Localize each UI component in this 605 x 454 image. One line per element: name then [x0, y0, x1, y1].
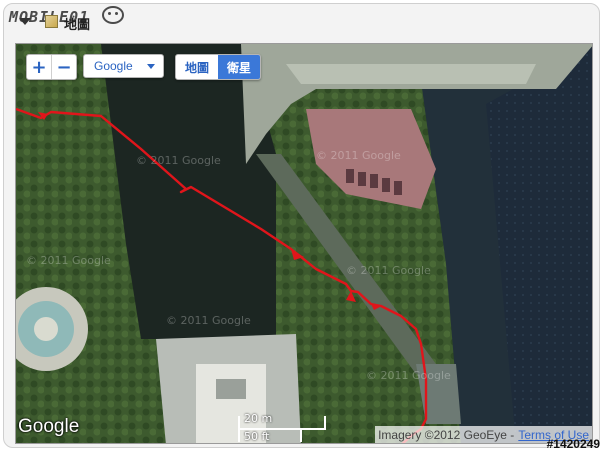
- scale-tick: [238, 416, 240, 442]
- logo-face-icon: [102, 6, 124, 24]
- image-watermark-id: #1420249: [546, 437, 600, 451]
- scale-metric-label: 20 m: [244, 412, 273, 425]
- map-panel: MOBILE01 地圖: [3, 3, 600, 448]
- imagery-watermark-text: © 2011 Google: [366, 369, 451, 382]
- provider-selected-label: Google: [94, 59, 133, 73]
- collapse-arrow-icon[interactable]: [19, 18, 31, 25]
- map-icon: [45, 15, 58, 28]
- map-type-map-button[interactable]: 地圖: [176, 55, 218, 79]
- imagery-watermark-text: © 2011 Google: [346, 264, 431, 277]
- map-type-toggle: 地圖 衛星: [175, 54, 262, 80]
- imagery-watermark-text: © 2011 Google: [166, 314, 251, 327]
- zoom-control: + −: [26, 54, 77, 80]
- zoom-out-button[interactable]: −: [51, 55, 76, 79]
- google-logo: Google: [18, 416, 80, 437]
- map-type-satellite-button[interactable]: 衛星: [218, 55, 261, 79]
- zoom-in-button[interactable]: +: [27, 55, 51, 79]
- satellite-map[interactable]: © 2011 Google © 2011 Google © 2011 Google ©…: [15, 43, 593, 444]
- imagery-watermark-text: © 2011 Google: [316, 149, 401, 162]
- scale-imperial-label: 50 ft: [244, 430, 270, 443]
- scale-tick: [324, 416, 326, 429]
- chevron-down-icon: [147, 64, 155, 69]
- panel-header: MOBILE01 地圖: [4, 4, 204, 36]
- map-tab-label[interactable]: 地圖: [64, 14, 90, 33]
- imagery-credit: Imagery ©2012 GeoEye -: [378, 427, 515, 442]
- satellite-imagery: © 2011 Google © 2011 Google © 2011 Google ©…: [16, 44, 592, 443]
- scale-tick: [300, 429, 302, 442]
- imagery-watermark-text: © 2011 Google: [26, 254, 111, 267]
- imagery-watermark-text: © 2011 Google: [136, 154, 221, 167]
- scale-bar: 20 m 50 ft: [238, 412, 328, 443]
- provider-dropdown[interactable]: Google: [83, 54, 164, 78]
